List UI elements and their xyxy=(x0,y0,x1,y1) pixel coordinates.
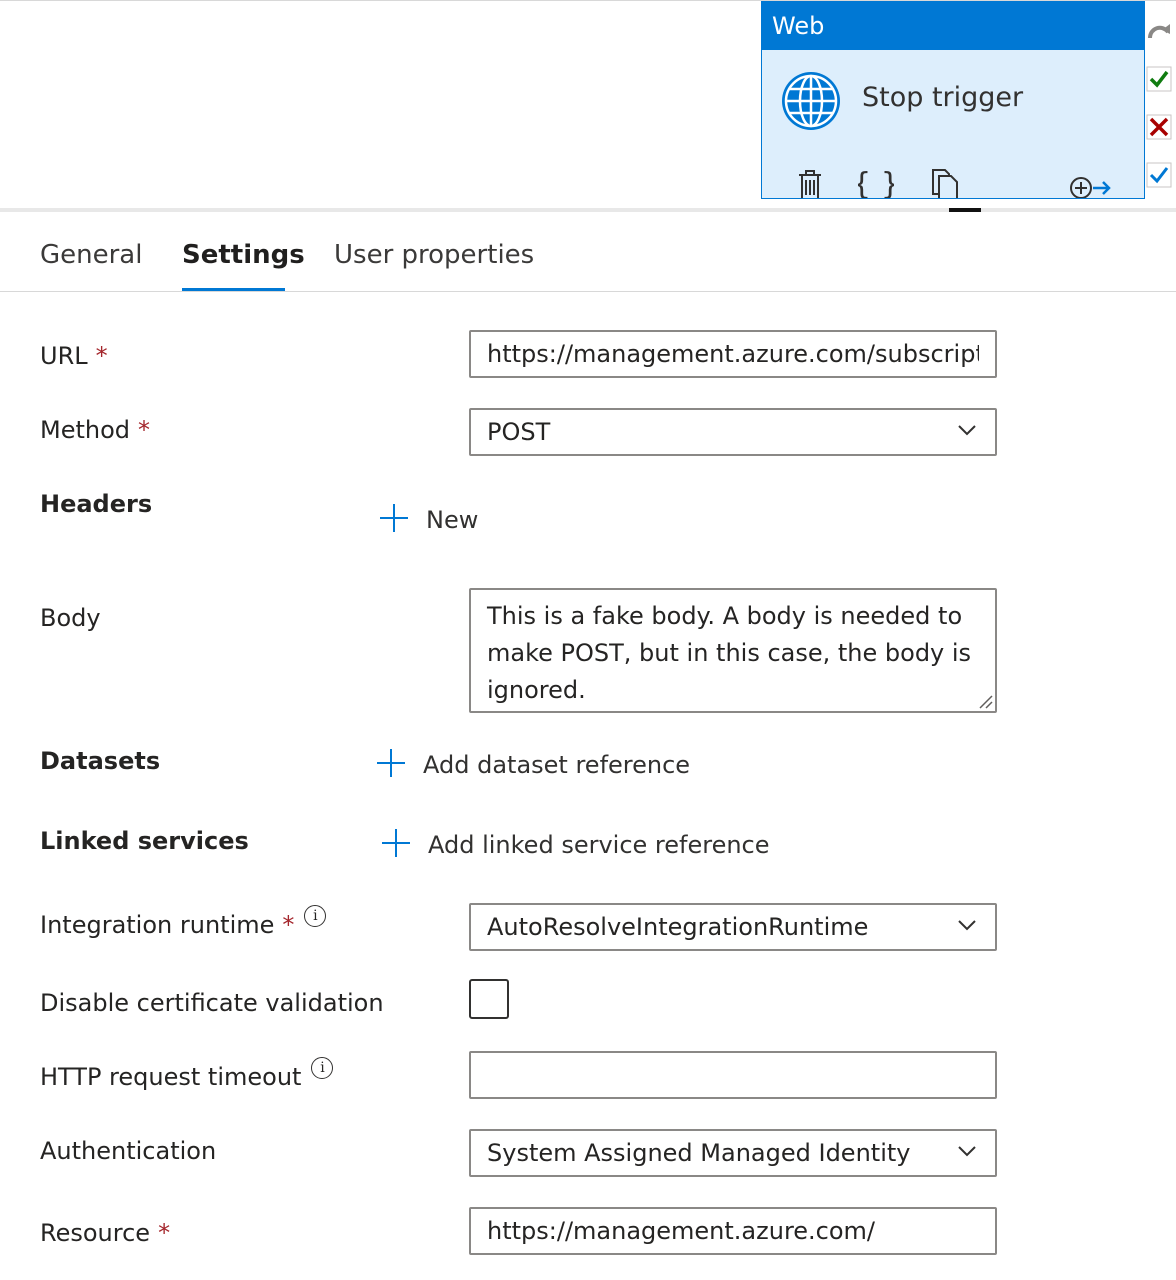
method-value: POST xyxy=(487,418,551,446)
info-icon[interactable]: i xyxy=(311,1057,334,1079)
web-activity-card[interactable]: Web Stop trigger { } xyxy=(761,1,1145,199)
plus-icon xyxy=(377,749,405,777)
activity-type-label: Web xyxy=(772,12,825,40)
add-dataset-reference-label: Add dataset reference xyxy=(423,751,691,779)
datasets-label: Datasets xyxy=(40,747,161,775)
copy-icon[interactable] xyxy=(927,166,963,199)
authentication-value: System Assigned Managed Identity xyxy=(487,1139,911,1167)
integration-runtime-value: AutoResolveIntegrationRuntime xyxy=(487,913,869,941)
new-header-label: New xyxy=(426,506,479,534)
svg-text:{ }: { } xyxy=(858,167,894,199)
new-header-button[interactable]: New xyxy=(378,504,479,534)
tabs-divider xyxy=(0,291,1176,292)
code-icon[interactable]: { } xyxy=(858,166,894,199)
resize-handle[interactable] xyxy=(949,208,981,212)
authentication-label: Authentication xyxy=(40,1137,217,1165)
resize-grip-icon[interactable] xyxy=(977,693,993,709)
required-marker: * xyxy=(95,342,108,370)
resource-label: Resource * xyxy=(40,1219,171,1247)
required-marker: * xyxy=(282,911,295,939)
http-request-timeout-label: HTTP request timeout i xyxy=(40,1057,334,1091)
tab-user-properties[interactable]: User properties xyxy=(334,240,534,270)
activity-name: Stop trigger xyxy=(862,82,1024,113)
delete-icon[interactable] xyxy=(792,166,828,199)
add-dataset-reference-button[interactable]: Add dataset reference xyxy=(375,749,691,779)
disable-certificate-validation-label: Disable certificate validation xyxy=(40,989,384,1017)
url-label: URL * xyxy=(40,342,108,370)
linked-services-label: Linked services xyxy=(40,827,249,855)
url-input[interactable] xyxy=(469,330,997,378)
chevron-down-icon xyxy=(958,920,976,931)
checkbox-checked-icon[interactable] xyxy=(1146,162,1172,188)
plus-icon xyxy=(382,829,410,857)
resource-input[interactable] xyxy=(469,1207,997,1255)
info-icon[interactable]: i xyxy=(304,905,327,927)
authentication-dropdown[interactable]: System Assigned Managed Identity xyxy=(469,1129,997,1177)
add-output-icon[interactable] xyxy=(1067,166,1111,199)
plus-icon xyxy=(380,504,408,532)
add-linked-service-reference-button[interactable]: Add linked service reference xyxy=(380,829,770,859)
tab-settings[interactable]: Settings xyxy=(182,240,305,270)
method-dropdown[interactable]: POST xyxy=(469,408,997,456)
method-label: Method * xyxy=(40,416,151,444)
body-label: Body xyxy=(40,604,101,632)
body-textarea[interactable]: This is a fake body. A body is needed to… xyxy=(469,588,997,713)
integration-runtime-dropdown[interactable]: AutoResolveIntegrationRuntime xyxy=(469,903,997,951)
required-marker: * xyxy=(138,416,151,444)
integration-runtime-label: Integration runtime * i xyxy=(40,905,327,939)
cancel-icon[interactable] xyxy=(1146,114,1172,140)
panel-splitter[interactable] xyxy=(0,208,1176,212)
chevron-down-icon xyxy=(958,425,976,436)
tab-general[interactable]: General xyxy=(40,240,142,270)
validate-icon[interactable] xyxy=(1146,66,1172,92)
globe-icon xyxy=(782,72,840,130)
disable-certificate-validation-checkbox[interactable] xyxy=(469,979,509,1019)
headers-label: Headers xyxy=(40,490,153,518)
chevron-down-icon xyxy=(958,1146,976,1157)
add-linked-service-reference-label: Add linked service reference xyxy=(428,831,770,859)
http-request-timeout-input[interactable] xyxy=(469,1051,997,1099)
required-marker: * xyxy=(158,1219,171,1247)
activity-type-header: Web xyxy=(762,2,1144,50)
body-text: This is a fake body. A body is needed to… xyxy=(487,602,972,704)
redo-icon[interactable] xyxy=(1146,18,1172,44)
